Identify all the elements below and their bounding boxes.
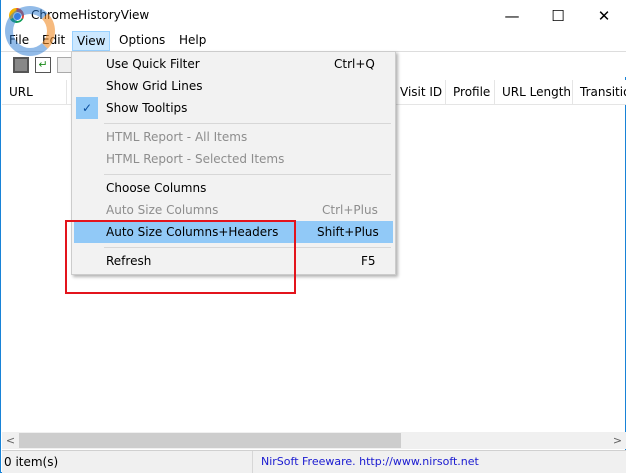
column-profile[interactable]: Profile [446,80,495,105]
scroll-left-icon[interactable]: < [2,432,19,449]
column-visit-id[interactable]: Visit ID [393,80,446,105]
menu-item-shortcut: Shift+Plus [317,225,379,239]
menu-item-shortcut: Ctrl+Q [334,57,375,71]
menu-separator [104,123,391,124]
menu-item-label: Show Tooltips [106,101,188,115]
scroll-right-icon[interactable]: > [609,432,626,449]
maximize-button[interactable]: ☐ [535,0,581,31]
column-transition[interactable]: Transition [573,80,626,105]
menu-options[interactable]: Options [119,33,165,47]
menu-item-shortcut: F5 [361,254,376,268]
column-url-length[interactable]: URL Length [495,80,573,105]
menu-item-auto-size-columns[interactable]: Auto Size Columns Ctrl+Plus [74,199,393,221]
menu-item-html-report-selected[interactable]: HTML Report - Selected Items [74,148,393,170]
horizontal-scrollbar[interactable]: < > [2,432,626,449]
menu-view[interactable]: View [72,31,111,51]
menu-item-label: Choose Columns [106,181,207,195]
menu-item-show-grid-lines[interactable]: Show Grid Lines [74,75,393,97]
menu-item-label: Show Grid Lines [106,79,203,93]
save-icon[interactable] [13,57,29,73]
checkmark-icon: ✓ [76,97,98,119]
menu-item-show-tooltips[interactable]: ✓ Show Tooltips [74,97,393,119]
menu-item-html-report-all[interactable]: HTML Report - All Items [74,126,393,148]
column-url[interactable]: URL [2,80,67,105]
close-button[interactable]: ✕ [581,0,626,31]
status-bar: 0 item(s) NirSoft Freeware. http://www.n… [2,450,626,473]
menu-item-label: Auto Size Columns [106,203,219,217]
menu-item-label: HTML Report - Selected Items [106,152,285,166]
refresh-icon[interactable]: ↵ [35,57,51,73]
menu-item-choose-columns[interactable]: Choose Columns [74,177,393,199]
title-bar: ChromeHistoryView — ☐ ✕ [1,0,626,31]
highlight-annotation-box [65,220,296,294]
menu-item-label: HTML Report - All Items [106,130,248,144]
menu-item-use-quick-filter[interactable]: Use Quick Filter Ctrl+Q [74,53,393,75]
watermark-logo [5,6,55,56]
menu-help[interactable]: Help [179,33,206,47]
scroll-thumb[interactable] [19,433,401,448]
menu-separator [104,174,391,175]
menu-item-shortcut: Ctrl+Plus [322,203,378,217]
item-count: 0 item(s) [4,455,59,469]
minimize-button[interactable]: — [489,0,535,31]
app-window: ChromeHistoryView — ☐ ✕ File Edit View O… [0,0,626,473]
menu-item-label: Use Quick Filter [106,57,200,71]
menu-bar: File Edit View Options Help [1,31,626,51]
nirsoft-link[interactable]: NirSoft Freeware. http://www.nirsoft.net [252,451,479,473]
